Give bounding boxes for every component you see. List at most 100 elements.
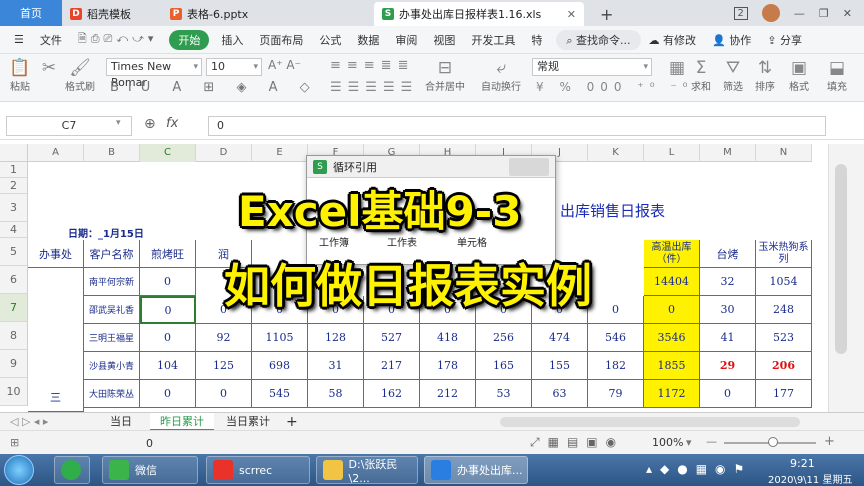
data-cell[interactable]: 0: [140, 324, 196, 352]
fill-button[interactable]: ⬓ 填充: [822, 58, 852, 93]
data-cell[interactable]: 14404: [644, 268, 700, 296]
zoom-out-icon[interactable]: —: [706, 435, 717, 448]
tab-template[interactable]: D 稻壳模板: [62, 2, 162, 26]
zoom-formula-icon[interactable]: ⊕: [144, 116, 156, 132]
zoom-level[interactable]: 100%: [652, 436, 683, 449]
menu-review[interactable]: 审阅: [387, 32, 425, 48]
scroll-thumb[interactable]: [835, 164, 847, 354]
wrap-text-button[interactable]: ⤶ 自动换行: [476, 58, 526, 93]
menu-icon[interactable]: ☰: [6, 33, 32, 46]
sort-button[interactable]: ⇅ 排序: [752, 58, 778, 93]
col-header-a[interactable]: A: [28, 144, 84, 162]
name-box-dropdown-icon[interactable]: ▾: [116, 118, 121, 128]
row-header-2[interactable]: 2: [0, 178, 27, 194]
close-window-icon[interactable]: ✕: [843, 7, 852, 20]
taskbar-folder[interactable]: D:\张跃民\2...: [316, 456, 418, 485]
row-header-4[interactable]: 4: [0, 222, 27, 238]
customer-cell[interactable]: 邵武吴礼香: [84, 296, 140, 324]
zoom-in-icon[interactable]: +: [824, 434, 835, 449]
menu-formula[interactable]: 公式: [311, 32, 349, 48]
data-cell[interactable]: 30: [700, 296, 756, 324]
data-cell[interactable]: 3546: [644, 324, 700, 352]
window-count-badge[interactable]: 2: [733, 6, 748, 20]
row-header-5[interactable]: 5: [0, 238, 27, 266]
tray-icons[interactable]: ▴◆●▦◉⚑: [646, 462, 752, 476]
menu-view[interactable]: 视图: [425, 32, 463, 48]
select-all-corner[interactable]: [0, 144, 28, 162]
sheet-tab-today[interactable]: 当日: [100, 413, 142, 431]
macro-icon[interactable]: ⊞: [10, 436, 19, 449]
data-cell[interactable]: 0: [644, 296, 700, 324]
clock-date[interactable]: 2020\9\11 星期五: [768, 471, 852, 486]
data-cell[interactable]: 1105: [252, 324, 308, 352]
header-customer[interactable]: 客户名称: [84, 240, 140, 268]
data-cell[interactable]: 63: [532, 380, 588, 408]
align-buttons-2[interactable]: ☰☰☰☰☰: [330, 80, 418, 95]
font-style-buttons[interactable]: BIU A ⊞ ◈ A ◇: [110, 80, 319, 95]
zoom-slider-thumb[interactable]: [768, 437, 778, 447]
data-cell[interactable]: 0: [588, 296, 644, 324]
data-cell[interactable]: 162: [364, 380, 420, 408]
tab-xls[interactable]: S 办事处出库日报样表1.16.xls ✕: [374, 2, 584, 26]
row-header-3[interactable]: 3: [0, 194, 27, 222]
menu-start[interactable]: 开始: [169, 29, 210, 50]
search-command[interactable]: ⌕ 查找命令...: [556, 29, 641, 50]
horizontal-scrollbar[interactable]: [500, 417, 800, 427]
data-cell[interactable]: 248: [756, 296, 812, 324]
col-header-c[interactable]: C: [140, 144, 196, 162]
data-cell[interactable]: 0: [196, 380, 252, 408]
data-cell[interactable]: 178: [420, 352, 476, 380]
data-cell[interactable]: 206: [756, 352, 812, 380]
data-cell[interactable]: 256: [476, 324, 532, 352]
office-merged-cell[interactable]: 三: [28, 268, 84, 412]
taskbar-wechat[interactable]: 微信: [102, 456, 198, 484]
taskbar-scrrec[interactable]: scrrec: [206, 456, 310, 484]
sum-button[interactable]: Σ 求和: [688, 58, 714, 93]
number-format-select[interactable]: 常规: [532, 58, 652, 76]
col-header-k[interactable]: K: [588, 144, 644, 162]
new-tab-button[interactable]: +: [592, 2, 621, 26]
data-cell[interactable]: 0: [700, 380, 756, 408]
data-cell[interactable]: 546: [588, 324, 644, 352]
row-header-7[interactable]: 7: [0, 294, 27, 322]
clock-time[interactable]: 9:21: [790, 457, 815, 470]
header-l[interactable]: 高温出库（件）: [644, 240, 700, 268]
avatar[interactable]: [761, 4, 780, 22]
data-cell[interactable]: 212: [420, 380, 476, 408]
data-cell[interactable]: 182: [588, 352, 644, 380]
minimize-icon[interactable]: —: [794, 7, 805, 20]
vertical-scrollbar[interactable]: [828, 144, 864, 412]
data-cell[interactable]: 0: [140, 380, 196, 408]
dialog-close-button[interactable]: [509, 157, 549, 176]
paste-button[interactable]: 📋 粘贴: [8, 58, 32, 93]
data-cell[interactable]: 1172: [644, 380, 700, 408]
sheet-nav-arrows[interactable]: ◁ ▷ ◂ ▸: [0, 413, 58, 431]
close-tab-icon[interactable]: ✕: [567, 8, 576, 21]
share-button[interactable]: ⇪ 分享: [759, 32, 810, 48]
dialog-titlebar[interactable]: S 循环引用: [307, 156, 555, 178]
row-header-9[interactable]: 9: [0, 350, 27, 378]
restore-icon[interactable]: ❐: [819, 7, 829, 20]
taskbar-wps[interactable]: 办事处出库...: [424, 456, 528, 484]
header-m[interactable]: 台烤: [700, 240, 756, 268]
header-office[interactable]: 办事处: [28, 240, 84, 268]
quick-access-icons[interactable]: 🗎⎙⎚⤺⤻▾: [70, 30, 165, 49]
col-header-l[interactable]: L: [644, 144, 700, 162]
data-cell[interactable]: 1054: [756, 268, 812, 296]
header-n[interactable]: 玉米热狗系列: [756, 240, 812, 268]
sheet-tab-today-total[interactable]: 当日累计: [216, 413, 280, 431]
col-header-b[interactable]: B: [84, 144, 140, 162]
tab-home[interactable]: 首页: [0, 0, 62, 26]
data-cell[interactable]: 29: [700, 352, 756, 380]
align-buttons[interactable]: ≡≡≡≣≣: [330, 58, 414, 73]
menu-page-layout[interactable]: 页面布局: [251, 32, 311, 48]
header-c[interactable]: 煎烤旺: [140, 240, 196, 268]
name-box[interactable]: C7: [6, 116, 132, 136]
changes-button[interactable]: ☁ 有修改: [641, 32, 705, 48]
merge-center-button[interactable]: ⊟ 合并居中: [420, 58, 470, 93]
data-cell[interactable]: 32: [700, 268, 756, 296]
menu-data[interactable]: 数据: [349, 32, 387, 48]
data-cell[interactable]: 92: [196, 324, 252, 352]
menu-developer[interactable]: 开发工具: [463, 32, 523, 48]
number-format-buttons[interactable]: ¥ % 000 ⁺⁰ ⁻⁰: [536, 80, 694, 94]
